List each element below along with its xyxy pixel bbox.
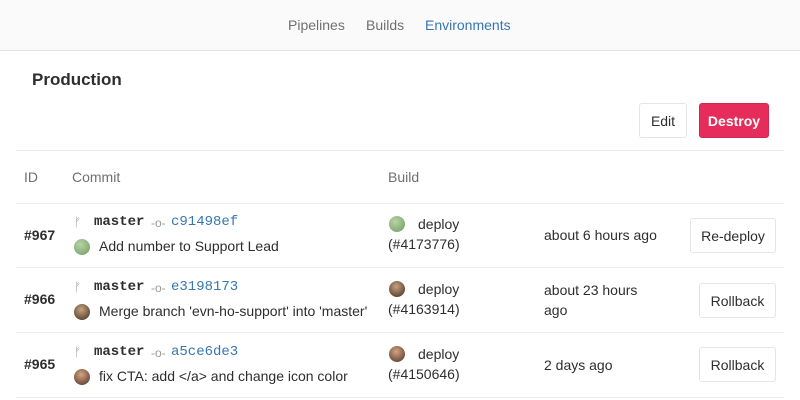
deployment-id: #965 [24, 356, 56, 372]
divider [16, 150, 784, 151]
avatar [74, 239, 90, 255]
avatar [389, 216, 405, 232]
header-commit: Commit [72, 169, 121, 185]
tab-builds[interactable]: Builds [366, 17, 404, 33]
commit-sha[interactable]: c91498ef [171, 214, 238, 230]
build-name[interactable]: deploy [418, 281, 459, 297]
header-id: ID [24, 169, 38, 185]
build-id[interactable]: (#4163914) [388, 301, 460, 317]
branch-icon: ᚠ [74, 345, 82, 359]
deploy-time: about 6 hours ago [544, 227, 657, 243]
avatar [389, 346, 405, 362]
redeploy-button[interactable]: Re-deploy [690, 218, 776, 253]
branch-name[interactable]: master [94, 344, 144, 360]
tab-environments[interactable]: Environments [425, 17, 511, 33]
build-name[interactable]: deploy [418, 216, 459, 232]
build-id[interactable]: (#4150646) [388, 366, 460, 382]
commit-message[interactable]: Merge branch 'evn-ho-support' into 'mast… [99, 303, 377, 319]
build-id[interactable]: (#4173776) [388, 236, 460, 252]
avatar [74, 369, 90, 385]
divider [16, 203, 784, 204]
commit-icon: -o- [151, 281, 166, 295]
branch-icon: ᚠ [74, 215, 82, 229]
rollback-button[interactable]: Rollback [699, 283, 776, 318]
branch-name[interactable]: master [94, 214, 144, 230]
sub-nav: Pipelines Builds Environments [0, 0, 800, 51]
commit-icon: -o- [151, 346, 166, 360]
divider [16, 267, 784, 268]
commit-message[interactable]: fix CTA: add </a> and change icon color [99, 368, 377, 384]
avatar [389, 281, 405, 297]
edit-button[interactable]: Edit [639, 103, 687, 138]
commit-message[interactable]: Add number to Support Lead [99, 238, 377, 254]
deploy-time: about 23 hours ago [544, 282, 638, 318]
commit-sha[interactable]: e3198173 [171, 279, 238, 295]
divider [16, 397, 784, 398]
avatar [74, 304, 90, 320]
branch-name[interactable]: master [94, 279, 144, 295]
page-title: Production [32, 70, 122, 89]
build-name[interactable]: deploy [418, 346, 459, 362]
branch-icon: ᚠ [74, 280, 82, 294]
destroy-button[interactable]: Destroy [699, 103, 769, 138]
commit-icon: -o- [151, 216, 166, 230]
rollback-button[interactable]: Rollback [699, 347, 776, 382]
deployment-id: #967 [24, 227, 56, 243]
commit-sha[interactable]: a5ce6de3 [171, 344, 238, 360]
header-build: Build [388, 169, 420, 185]
deploy-time: 2 days ago [544, 357, 613, 373]
tab-pipelines[interactable]: Pipelines [288, 17, 345, 33]
divider [16, 332, 784, 333]
deployment-id: #966 [24, 291, 56, 307]
